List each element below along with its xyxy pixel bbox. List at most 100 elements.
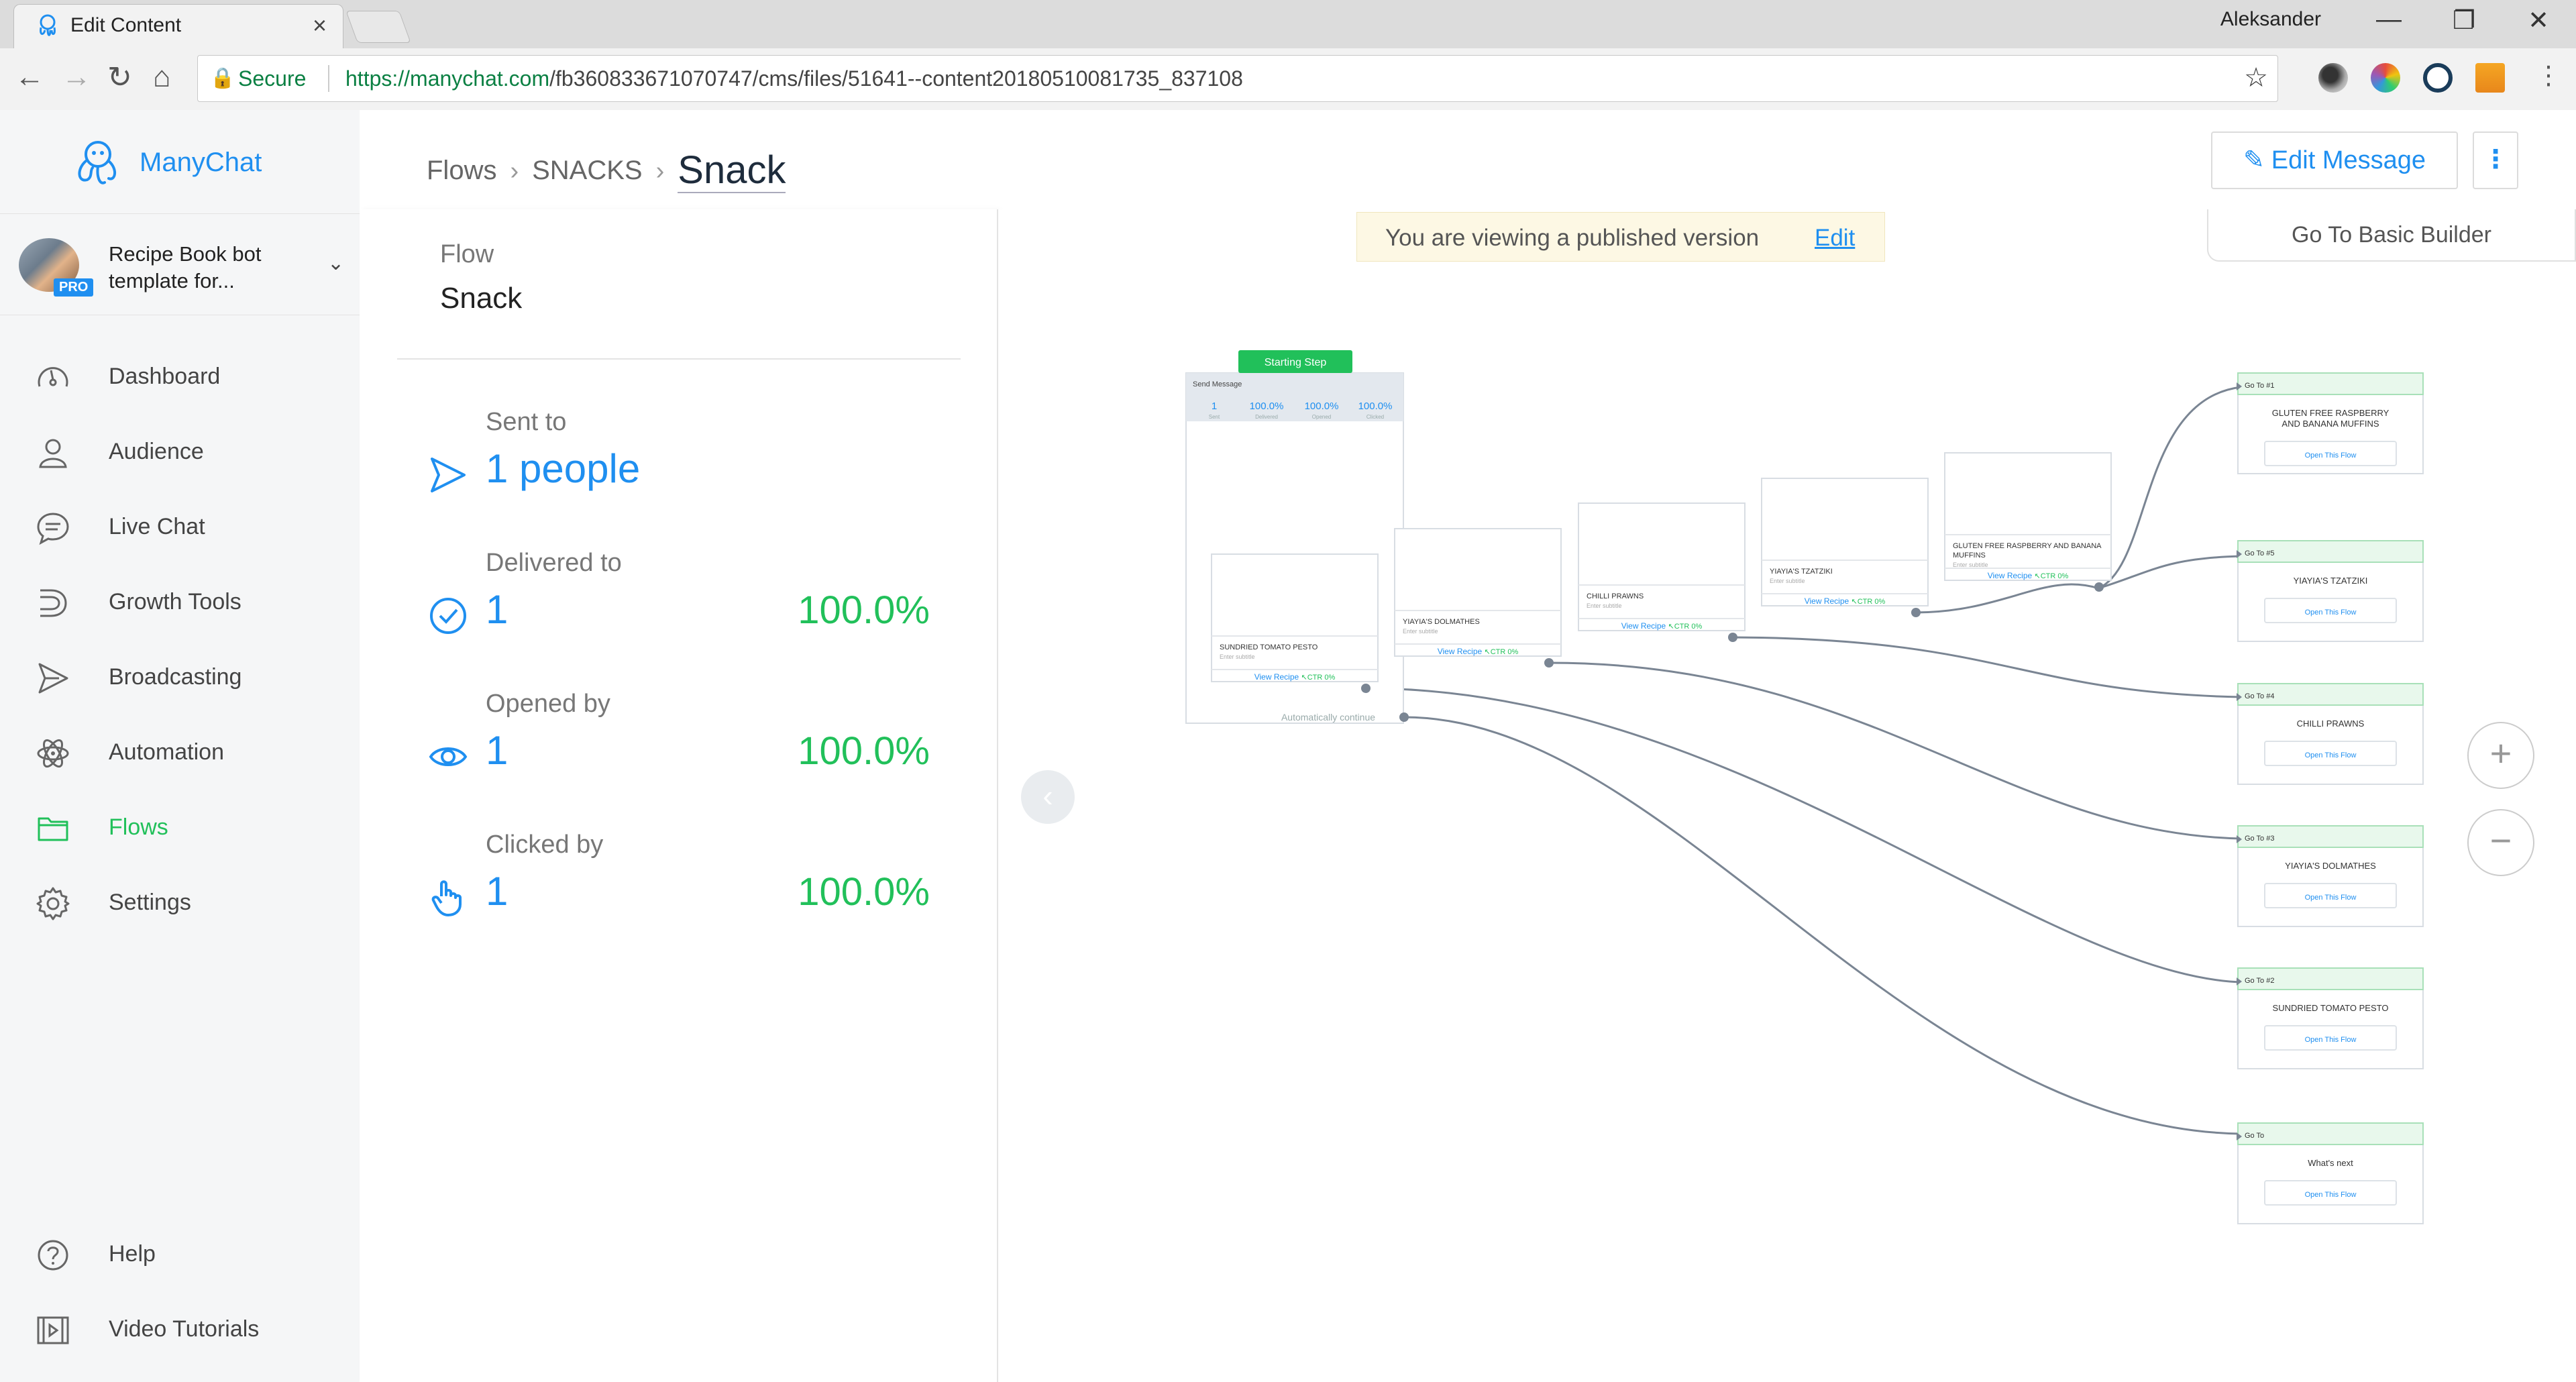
forward-icon[interactable]: → [62,60,91,94]
reload-icon[interactable]: ↻ [107,60,132,95]
stat-label: Opened by [486,690,610,718]
card-connector-dot[interactable] [1361,684,1371,693]
card-button[interactable]: View Recipe ↖CTR 0% [1988,571,2069,580]
card-title: YIAYIA'S TZATZIKI [1770,568,1833,576]
open-flow-label: Open This Flow [2305,451,2357,460]
sidebar-item-flows[interactable]: Flows [0,793,360,860]
sidebar-item-automation[interactable]: Automation [0,718,360,785]
card-subtitle: Enter subtitle [1770,578,1805,584]
close-window-icon[interactable]: ✕ [2528,5,2549,36]
url-text[interactable]: https://manychat.com/fb360833671070747/c… [345,66,1243,91]
card-connector-dot[interactable] [1544,658,1554,668]
zoom-out-button[interactable]: − [2467,809,2534,876]
card-connector-dot[interactable] [1911,608,1921,617]
sidebar-item-label: Settings [109,890,191,915]
brand-name[interactable]: ManyChat [140,148,262,178]
goto-header: Go To #3 [2245,835,2274,843]
connector-whats-next [1403,716,2241,1135]
chevron-down-icon[interactable]: ⌄ [327,252,344,275]
page-header: Flows › SNACKS › Snack ✎ Edit Message ⋮ [360,110,2576,211]
url-path: /fb360833671070747/cms/files/51641--cont… [549,66,1243,91]
browser-user-name[interactable]: Aleksander [2220,8,2321,31]
goto-header: Go To [2245,1132,2264,1140]
card-frame [1394,528,1562,657]
sidebar-item-video-tutorials[interactable]: Video Tutorials [0,1295,360,1362]
goto-node[interactable]: Go To What's next Open This Flow [2237,1122,2424,1224]
card-node[interactable]: GLUTEN FREE RASPBERRY AND BANANA MUFFINSE… [1944,452,2112,592]
auto-continue-label: Automatically continue [1281,712,1375,723]
extension-icon-2[interactable] [2371,63,2400,93]
sidebar-item-growth-tools[interactable]: Growth Tools [0,568,360,635]
extension-icon-4[interactable] [2475,63,2505,93]
sidebar-item-broadcasting[interactable]: Broadcasting [0,643,360,710]
card-connector-dot[interactable] [2094,582,2104,592]
svg-text:CHILLI PRAWNS: CHILLI PRAWNS [1587,592,1644,600]
stat-label: Sent to [486,408,567,436]
browser-tab-bar: Edit Content × Aleksander — ❐ ✕ [0,0,2576,49]
send-message-title: Send Message [1193,380,1242,388]
card-node[interactable]: CHILLI PRAWNS Enter subtitle View Recipe ↖… [1578,502,1746,642]
video-icon [37,1316,69,1344]
sidebar-item-dashboard[interactable]: Dashboard [0,342,360,409]
banner-text: You are viewing a published version [1385,225,1760,251]
card-button[interactable]: View Recipe ↖CTR 0% [1805,596,1886,606]
minimize-icon[interactable]: — [2376,5,2402,34]
goto-node[interactable]: Go To #5 YIAYIA'S TZATZIKI Open This Flow [2237,540,2424,642]
card-button[interactable]: View Recipe ↖CTR 0% [1254,672,1336,682]
card-title: CHILLI PRAWNS [1587,592,1644,600]
banner-edit-link[interactable]: Edit [1815,225,1855,252]
card-node[interactable]: SUNDRIED TOMATO PESTO Enter subtitle View … [1211,553,1379,693]
card-node[interactable]: YIAYIA'S DOLMATHES Enter subtitle View Rec… [1394,528,1562,668]
sidebar-item-label: Help [109,1241,156,1267]
lock-icon: 🔒 [210,67,235,89]
extension-icon-1[interactable] [2318,63,2348,93]
new-tab-button[interactable] [345,11,411,43]
goto-node[interactable]: Go To #4 CHILLI PRAWNS Open This Flow [2237,683,2424,785]
starting-step-label: Starting Step [1265,357,1327,368]
restore-icon[interactable]: ❐ [2453,5,2475,36]
stat-value: 1 people [486,446,641,491]
card-connector-dot[interactable] [1728,633,1737,642]
page-title[interactable]: Snack [678,148,786,193]
goto-title: What's next [2308,1158,2353,1168]
browser-tab[interactable]: Edit Content × [13,4,343,49]
zoom-in-button[interactable]: + [2467,722,2534,789]
account-switcher[interactable]: PRO Recipe Book bot template for... ⌄ [0,213,360,315]
svg-text:CHILLI PRAWNS: CHILLI PRAWNS [2297,719,2365,729]
card-button[interactable]: View Recipe ↖CTR 0% [1438,647,1519,656]
eye-icon [429,747,468,766]
close-tab-icon[interactable]: × [313,11,327,40]
collapse-panel-button[interactable]: ‹ [1021,770,1075,824]
browser-menu-icon[interactable]: ⋮ [2536,60,2561,91]
goto-title: GLUTEN FREE RASPBERRY AND BANANA MUFFINS [2272,408,2390,429]
breadcrumb-snacks[interactable]: SNACKS [532,156,643,185]
goto-node[interactable]: Go To #1 GLUTEN FREE RASPBERRY AND BANANA … [2237,372,2424,474]
edit-message-button[interactable]: ✎ Edit Message [2211,131,2458,189]
go-to-basic-builder-button[interactable]: Go To Basic Builder [2207,209,2576,262]
sidebar-item-live-chat[interactable]: Live Chat [0,492,360,560]
home-icon[interactable]: ⌂ [153,60,171,94]
back-icon[interactable]: ← [15,60,44,94]
address-divider [328,65,329,92]
goto-node[interactable]: Go To #2 SUNDRIED TOMATO PESTO Open This F… [2237,967,2424,1069]
card-button[interactable]: View Recipe ↖CTR 0% [1621,621,1703,631]
manychat-logo-icon [78,141,116,184]
extension-icon-3[interactable] [2423,63,2453,93]
help-icon [38,1240,68,1271]
account-name: Recipe Book bot template for... [109,242,262,293]
flow-canvas[interactable]: Send Message 1 100.0% 100.0% 100.0% Sent… [998,209,2576,1382]
sidebar-item-audience[interactable]: Audience [0,417,360,484]
bookmark-star-icon[interactable]: ☆ [2244,62,2268,93]
manychat-favicon-icon [40,14,56,36]
svg-text:What's next: What's next [2308,1158,2353,1168]
breadcrumb-flows[interactable]: Flows [427,156,496,185]
edit-message-label: Edit Message [2271,146,2426,174]
more-options-button[interactable]: ⋮ [2473,131,2518,189]
sidebar-item-settings[interactable]: Settings [0,868,360,935]
goto-node[interactable]: Go To #3 YIAYIA'S DOLMATHES Open This Flow [2237,825,2424,927]
address-bar[interactable]: 🔒 Secure https://manychat.com/fb36083367… [197,55,2278,102]
card-frame [1578,502,1746,631]
card-node[interactable]: YIAYIA'S TZATZIKI Enter subtitle View Reci… [1761,478,1929,617]
sidebar-item-help[interactable]: Help [0,1220,360,1287]
stat-value: 1 [486,728,508,773]
